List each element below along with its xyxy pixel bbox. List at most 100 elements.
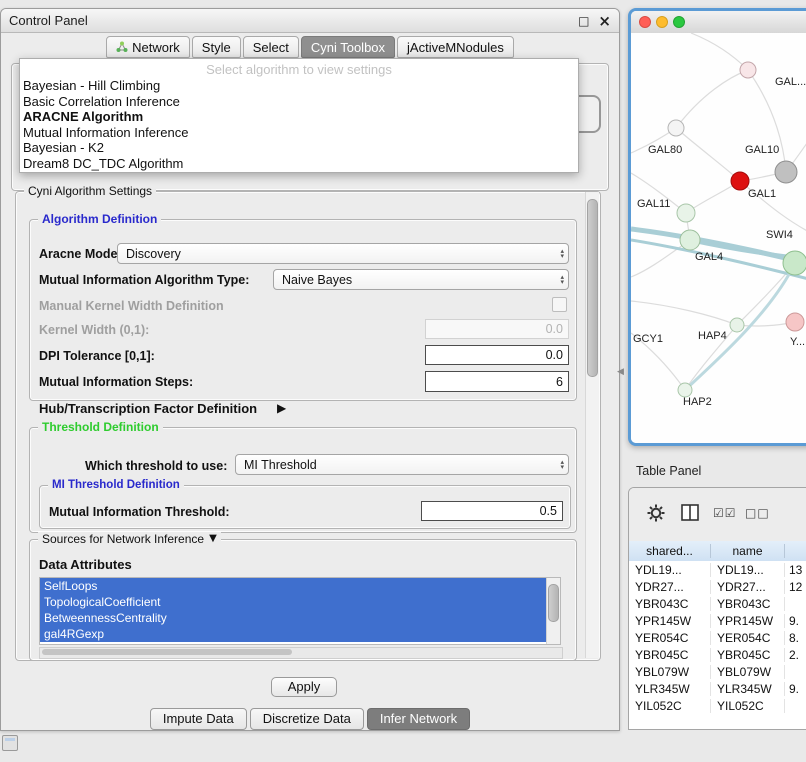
deselect-all-checkboxes-icon[interactable]: □□ — [745, 506, 770, 520]
control-panel-window: Control Panel □ × Network Style Select C… — [0, 8, 620, 731]
node-label[interactable]: Y... — [790, 336, 805, 348]
group-title: Algorithm Definition — [38, 212, 161, 226]
window-title: Control Panel — [9, 13, 88, 28]
list-item-selected[interactable]: SelfLoops — [40, 578, 546, 594]
close-traffic-light[interactable] — [639, 16, 651, 28]
tab-label: Style — [202, 40, 231, 55]
list-item-selected[interactable]: TopologicalCoefficient — [40, 594, 546, 610]
table-toolbar: ☑☑ □□ — [629, 488, 806, 542]
tab-network[interactable]: Network — [106, 36, 190, 58]
combo-arrows-icon: ▴▾ — [560, 249, 564, 259]
tab-infer-network[interactable]: Infer Network — [367, 708, 470, 730]
aracne-mode-combo[interactable]: Discovery ▴▾ — [117, 243, 569, 264]
node-label[interactable]: GAL4 — [695, 251, 723, 263]
node-label[interactable]: GAL... — [775, 76, 806, 88]
settings-scrollbar[interactable] — [585, 192, 599, 658]
node-gray — [775, 161, 797, 183]
node-pale-green — [677, 204, 695, 222]
table-row[interactable]: YLR345WYLR345W9. — [629, 680, 806, 697]
column-header-name[interactable]: name — [711, 544, 785, 558]
select-all-checkboxes-icon[interactable]: ☑☑ — [713, 506, 737, 520]
tab-jactivemnodules[interactable]: jActiveMNodules — [397, 36, 514, 58]
apply-button[interactable]: Apply — [271, 677, 337, 697]
table-row[interactable]: YDR27...YDR27...12 — [629, 578, 806, 595]
node-label[interactable]: HAP4 — [698, 330, 727, 342]
mi-threshold-field[interactable] — [421, 501, 563, 521]
node-label[interactable]: HAP2 — [683, 396, 712, 408]
dropdown-item[interactable]: Mutual Information Inference — [20, 125, 578, 141]
node-pale-pink — [740, 62, 756, 78]
hub-definition-label[interactable]: Hub/Transcription Factor Definition — [39, 401, 257, 416]
node-label[interactable]: SWI4 — [766, 229, 793, 241]
tab-label: Select — [253, 40, 289, 55]
minimize-traffic-light[interactable] — [656, 16, 668, 28]
table-row[interactable]: YDL19...YDL19...13 — [629, 561, 806, 578]
node-label[interactable]: GAL11 — [637, 198, 670, 210]
node-label[interactable]: GAL10 — [745, 144, 779, 156]
collapse-down-icon[interactable]: ▼ — [209, 532, 217, 546]
list-scrollbar[interactable] — [546, 578, 560, 644]
tab-label: Cyni Toolbox — [311, 40, 385, 55]
dropdown-item[interactable]: Bayesian - Hill Climbing — [20, 78, 578, 94]
collapsed-panel-icon[interactable] — [2, 735, 18, 751]
list-scrollbar-thumb[interactable] — [548, 584, 559, 622]
network-view-window: GAL... GAL80 GAL10 GAL11 GAL1 SWI4 GAL4 … — [628, 8, 806, 446]
float-window-icon[interactable]: □ — [578, 14, 589, 28]
which-threshold-label: Which threshold to use: — [85, 459, 227, 473]
node-hap4-green — [730, 318, 744, 332]
control-panel-titlebar[interactable]: Control Panel □ × — [1, 9, 619, 33]
table-row[interactable]: YER054CYER054C8. — [629, 629, 806, 646]
close-icon[interactable]: × — [598, 12, 611, 30]
mi-steps-label: Mutual Information Steps: — [39, 375, 193, 389]
manual-kernel-width-label: Manual Kernel Width Definition — [39, 299, 224, 313]
combo-value: MI Threshold — [244, 458, 317, 472]
tab-discretize-data[interactable]: Discretize Data — [250, 708, 364, 730]
dropdown-item[interactable]: Bayesian - K2 — [20, 140, 578, 156]
mi-algorithm-type-label: Mutual Information Algorithm Type: — [39, 273, 249, 287]
dropdown-item-selected[interactable]: ARACNE Algorithm — [20, 109, 578, 125]
which-threshold-combo[interactable]: MI Threshold ▴▾ — [235, 454, 569, 475]
combo-value: Discovery — [126, 247, 181, 261]
network-icon — [116, 41, 128, 53]
tab-label: Network — [132, 40, 180, 55]
list-hscrollbar-thumb[interactable] — [42, 649, 292, 655]
table-row[interactable]: YPR145WYPR145W9. — [629, 612, 806, 629]
group-title: Threshold Definition — [38, 420, 163, 434]
tab-cyni-toolbox[interactable]: Cyni Toolbox — [301, 36, 395, 58]
table-row[interactable]: YBL079WYBL079W — [629, 663, 806, 680]
column-header-shared-name[interactable]: shared... — [629, 544, 711, 558]
node-white — [668, 120, 684, 136]
node-label[interactable]: GAL1 — [748, 188, 776, 200]
mi-steps-field[interactable] — [425, 371, 569, 392]
table-body: YDL19...YDL19...13 YDR27...YDR27...12 YB… — [629, 561, 806, 729]
network-window-titlebar[interactable] — [631, 11, 806, 34]
data-attributes-label: Data Attributes — [39, 557, 132, 572]
combo-arrows-icon: ▴▾ — [560, 275, 564, 285]
table-row[interactable]: YBR043CYBR043C — [629, 595, 806, 612]
mi-algorithm-type-combo[interactable]: Naive Bayes ▴▾ — [273, 269, 569, 290]
tab-select[interactable]: Select — [243, 36, 299, 58]
list-item-selected[interactable]: BetweennessCentrality — [40, 610, 546, 626]
columns-icon[interactable] — [681, 504, 699, 521]
gear-icon[interactable] — [647, 504, 665, 522]
list-hscrollbar[interactable] — [39, 647, 563, 659]
dpi-tolerance-field[interactable] — [425, 345, 569, 365]
node-label[interactable]: GAL80 — [648, 144, 682, 156]
sources-title: Sources for Network Inference — [42, 532, 204, 546]
dropdown-item[interactable]: Dream8 DC_TDC Algorithm — [20, 156, 578, 172]
settings-scrollbar-thumb[interactable] — [587, 199, 598, 377]
data-attributes-list[interactable]: SelfLoops TopologicalCoefficient Between… — [39, 577, 561, 645]
node-hap2-green — [678, 383, 692, 397]
expand-right-icon[interactable]: ▶ — [277, 401, 286, 415]
list-item-selected[interactable]: gal4RGexp — [40, 626, 546, 642]
node-label[interactable]: GCY1 — [633, 333, 663, 345]
combo-value: Naive Bayes — [282, 273, 352, 287]
dropdown-item[interactable]: Basic Correlation Inference — [20, 94, 578, 110]
tab-impute-data[interactable]: Impute Data — [150, 708, 247, 730]
table-row[interactable]: YBR045CYBR045C2. — [629, 646, 806, 663]
tab-style[interactable]: Style — [192, 36, 241, 58]
table-row[interactable]: YIL052CYIL052C — [629, 697, 806, 714]
network-canvas[interactable]: GAL... GAL80 GAL10 GAL11 GAL1 SWI4 GAL4 … — [631, 33, 806, 443]
splitter-collapse-icon[interactable]: ◀ — [617, 367, 624, 377]
zoom-traffic-light[interactable] — [673, 16, 685, 28]
